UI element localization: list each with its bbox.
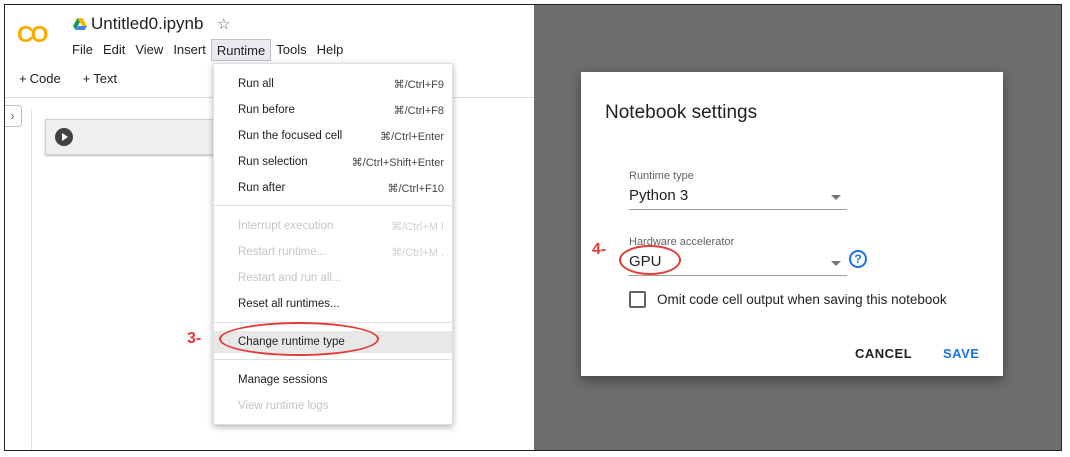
omit-output-checkbox[interactable]	[629, 291, 646, 308]
menu-item-run-focused[interactable]: Run the focused cell ⌘/Ctrl+Enter	[214, 125, 452, 147]
plus-icon: +	[19, 71, 27, 86]
menu-separator	[214, 205, 452, 206]
chevron-down-icon[interactable]	[831, 195, 841, 200]
menu-insert[interactable]: Insert	[168, 39, 211, 61]
notebook-title[interactable]: Untitled0.ipynb	[91, 14, 203, 34]
accelerator-underline	[629, 275, 847, 276]
star-icon[interactable]: ☆	[217, 15, 230, 33]
runtime-type-select[interactable]: Python 3	[629, 187, 688, 204]
menu-item-manage-sessions[interactable]: Manage sessions	[214, 369, 452, 391]
menu-item-change-runtime-type[interactable]: Change runtime type	[214, 331, 452, 353]
toolbar: + Code + Text	[19, 71, 117, 86]
menu-separator	[214, 322, 452, 323]
runtime-menu: Run all ⌘/Ctrl+F9 Run before ⌘/Ctrl+F8 Run…	[213, 63, 453, 425]
add-text-button[interactable]: + Text	[83, 71, 117, 86]
notebook-settings-dialog: Notebook settings Runtime type Python 3 …	[581, 72, 1003, 376]
accelerator-label: Hardware accelerator	[629, 236, 735, 248]
menu-item-run-all[interactable]: Run all ⌘/Ctrl+F9	[214, 73, 452, 95]
menu-item-view-logs: View runtime logs	[238, 400, 329, 412]
drive-icon	[73, 18, 87, 30]
colab-editor: CO Untitled0.ipynb ☆ File Edit View Inse…	[5, 5, 534, 450]
chevron-right-icon[interactable]: ›	[5, 105, 22, 127]
menu-item-restart: Restart runtime... ⌘/Ctrl+M .	[238, 246, 444, 259]
menu-runtime[interactable]: Runtime	[210, 39, 272, 61]
menu-item-reset-runtimes[interactable]: Reset all runtimes...	[214, 293, 452, 315]
step-4-label: 4-	[592, 241, 607, 258]
cancel-button[interactable]: CANCEL	[855, 346, 912, 361]
menu-tools[interactable]: Tools	[271, 39, 311, 61]
screenshot-frame: CO Untitled0.ipynb ☆ File Edit View Inse…	[4, 4, 1062, 451]
menu-item-run-before[interactable]: Run before ⌘/Ctrl+F8	[214, 99, 452, 121]
menu-item-run-after[interactable]: Run after ⌘/Ctrl+F10	[214, 177, 452, 199]
chevron-down-icon[interactable]	[831, 261, 841, 266]
step-3-label: 3-	[187, 330, 202, 347]
menu-separator	[214, 359, 452, 360]
menu-help[interactable]: Help	[312, 39, 349, 61]
help-icon[interactable]: ?	[849, 250, 867, 268]
menu-item-run-selection[interactable]: Run selection ⌘/Ctrl+Shift+Enter	[214, 151, 452, 173]
add-code-label: Code	[29, 71, 61, 86]
plus-icon: +	[82, 71, 91, 86]
runtime-type-label: Runtime type	[629, 170, 694, 182]
menu-file[interactable]: File	[67, 39, 98, 61]
omit-output-label: Omit code cell output when saving this n…	[657, 292, 947, 307]
colab-logo: CO	[17, 21, 48, 47]
add-text-label: Text	[93, 71, 118, 86]
run-cell-icon[interactable]	[55, 128, 73, 146]
menubar: File Edit View Insert Runtime Tools Help	[67, 39, 348, 61]
menu-item-restart-run-all: Restart and run all...	[238, 272, 342, 284]
menu-edit[interactable]: Edit	[98, 39, 130, 61]
add-code-button[interactable]: + Code	[19, 71, 61, 86]
dim-overlay: Notebook settings Runtime type Python 3 …	[534, 5, 1061, 450]
save-button[interactable]: SAVE	[943, 346, 979, 361]
accelerator-select[interactable]: GPU	[629, 253, 662, 270]
dialog-title: Notebook settings	[605, 102, 758, 123]
menu-item-interrupt: Interrupt execution ⌘/Ctrl+M I	[238, 220, 444, 233]
runtime-type-underline	[629, 209, 847, 210]
menu-view[interactable]: View	[130, 39, 168, 61]
